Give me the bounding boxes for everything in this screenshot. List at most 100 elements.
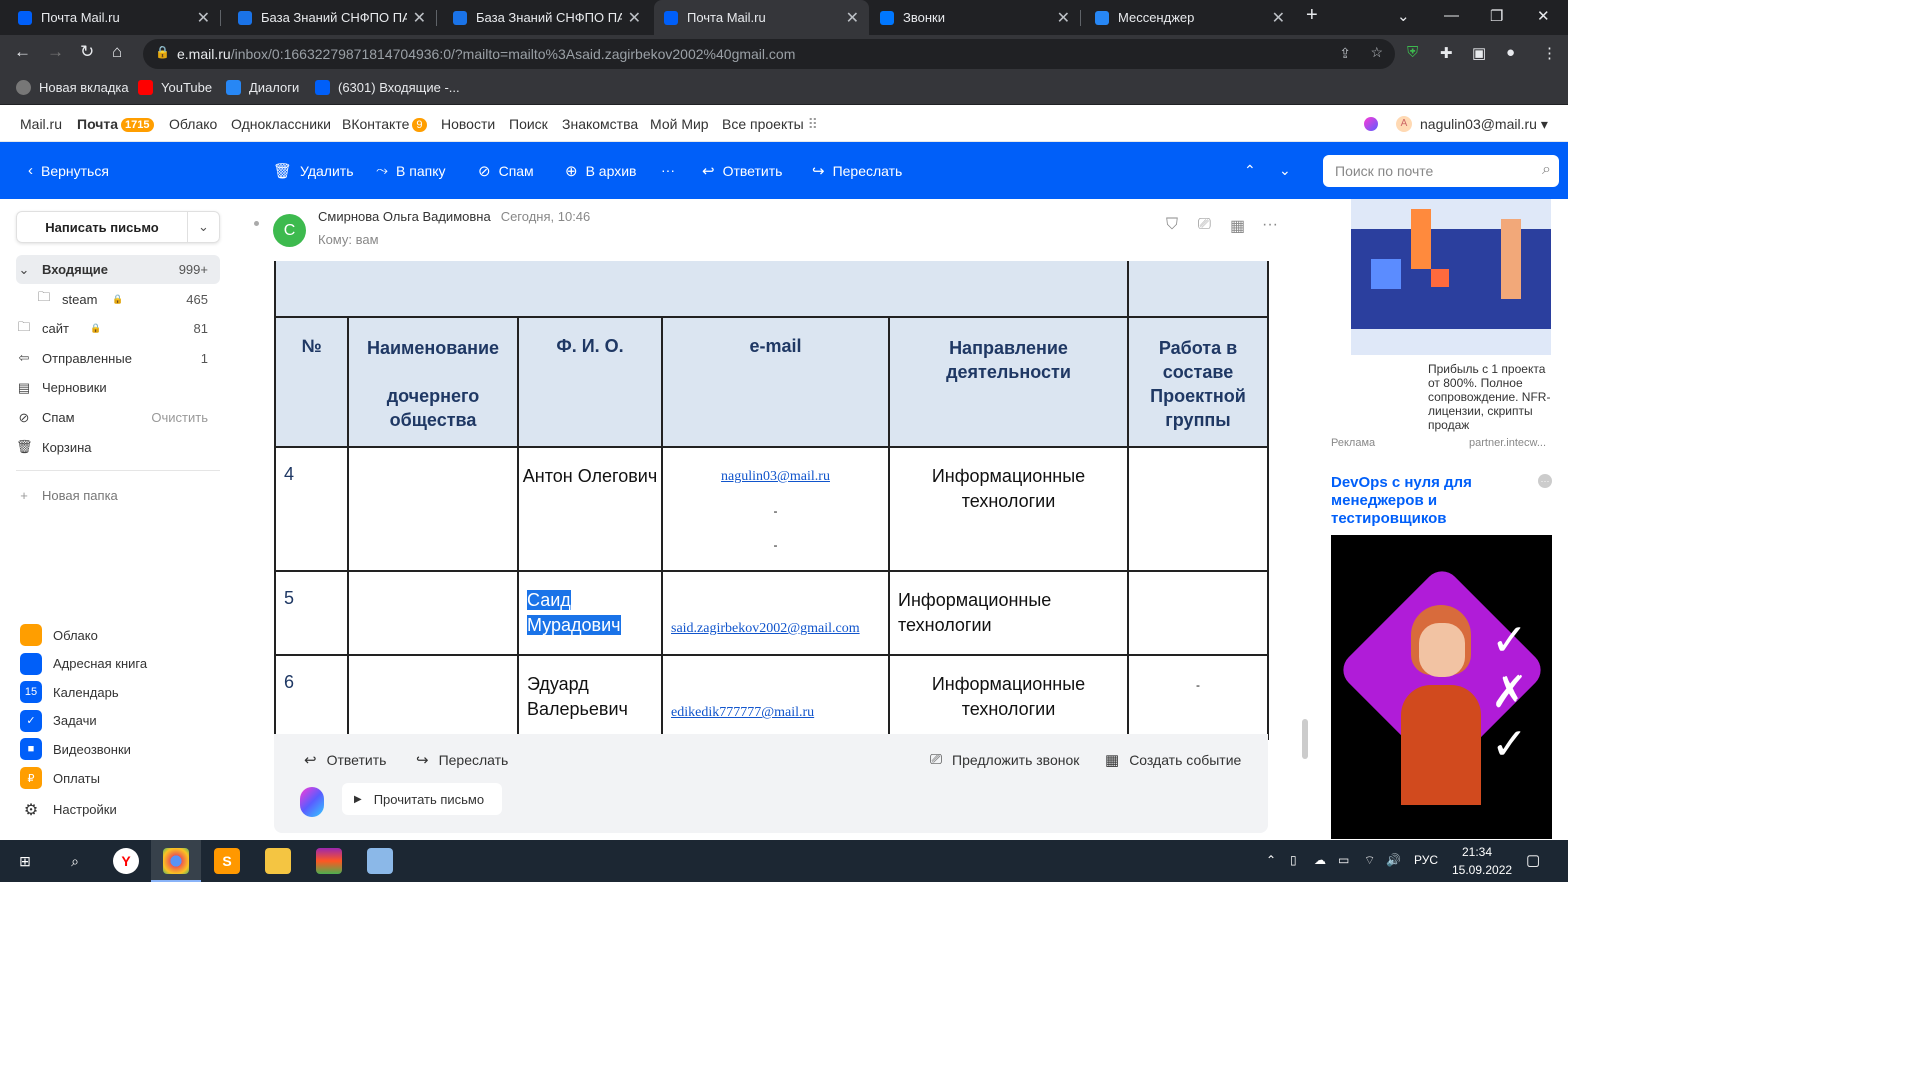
portal-projects[interactable]: Все проекты ⠿: [722, 116, 818, 133]
next-message-button[interactable]: ⌄: [1279, 162, 1291, 179]
folder-item[interactable]: ⊘ Спам Очистить: [16, 403, 220, 432]
browser-tab[interactable]: Почта Mail.ru ✕: [8, 0, 220, 35]
extensions-icon[interactable]: ✚: [1440, 44, 1453, 62]
service-link[interactable]: ■ Видеозвонки: [20, 738, 131, 761]
new-folder-button[interactable]: + Новая папка: [16, 481, 220, 510]
battery-icon[interactable]: ▭: [1338, 853, 1349, 867]
windows-start-icon[interactable]: ⊞: [12, 848, 38, 874]
service-link[interactable]: ⚙ Настройки: [20, 798, 117, 821]
footer-reply-button[interactable]: ↩ Ответить: [304, 751, 386, 769]
folder-item[interactable]: ▤ Черновики: [16, 373, 220, 402]
search-icon[interactable]: ⌕: [62, 848, 88, 874]
browser-tab[interactable]: Почта Mail.ru ✕: [654, 0, 869, 35]
portal-vk[interactable]: ВКонтакте 9: [342, 116, 427, 132]
forward-arrow-icon[interactable]: →: [47, 42, 64, 62]
folder-item[interactable]: 🗀 сайт 🔒 81: [16, 314, 220, 343]
marusia-icon[interactable]: [1364, 117, 1378, 131]
compose-button[interactable]: Написать письмо ⌄: [16, 211, 220, 243]
bookmark-new-tab[interactable]: Новая вкладка: [16, 80, 129, 95]
tab-close-icon[interactable]: ✕: [1272, 8, 1285, 28]
close-window-button[interactable]: ✕: [1537, 7, 1550, 25]
ad-title[interactable]: DevOps с нуля для менеджеров и тестировщ…: [1331, 474, 1506, 528]
prev-message-button[interactable]: ⌃: [1244, 162, 1256, 179]
clock-time[interactable]: 21:34: [1462, 845, 1492, 859]
ad-video-image[interactable]: ✓ ✗ ✓: [1331, 535, 1552, 839]
tab-close-icon[interactable]: ✕: [628, 8, 641, 28]
tray-chevron-icon[interactable]: ⌃: [1266, 853, 1276, 867]
portal-dating[interactable]: Знакомства: [562, 116, 638, 132]
assistant-icon[interactable]: [300, 787, 324, 817]
portal-news[interactable]: Новости: [441, 116, 495, 132]
user-email[interactable]: nagulin03@mail.ru ▾: [1420, 116, 1548, 133]
bookmark-icon[interactable]: ⛉: [1166, 216, 1178, 234]
ad-options-icon[interactable]: ···: [1538, 474, 1552, 488]
notifications-icon[interactable]: ▢: [1526, 851, 1540, 869]
minimize-button[interactable]: —: [1444, 7, 1459, 24]
bookmark-dialogs[interactable]: Диалоги: [226, 80, 299, 95]
reload-icon[interactable]: ↻: [80, 42, 94, 62]
more-icon[interactable]: ···: [1262, 216, 1278, 234]
tab-search-icon[interactable]: ⌄: [1397, 7, 1410, 25]
home-icon[interactable]: ⌂: [112, 42, 122, 62]
portal-search[interactable]: Поиск: [509, 116, 548, 132]
email-link[interactable]: nagulin03@mail.ru: [721, 469, 830, 484]
create-event-button[interactable]: ▦ Создать событие: [1105, 751, 1241, 769]
bookmark-inbox[interactable]: (6301) Входящие -...: [315, 80, 460, 95]
folder-item[interactable]: 🗑 Корзина: [16, 433, 220, 462]
delete-button[interactable]: 🗑 Удалить: [273, 162, 354, 180]
folder-item[interactable]: ⌄ Входящие 999+: [16, 255, 220, 284]
service-link[interactable]: Облако: [20, 624, 98, 646]
service-link[interactable]: Адресная книга: [20, 652, 147, 675]
portal-mailru[interactable]: Mail.ru: [20, 116, 62, 132]
clock-date[interactable]: 15.09.2022: [1452, 863, 1512, 877]
yandex-browser-icon[interactable]: Y: [113, 848, 139, 874]
archive-button[interactable]: ⊕ В архив: [565, 162, 636, 180]
bookmark-youtube[interactable]: YouTube: [138, 80, 212, 95]
portal-oblako[interactable]: Облако: [169, 116, 217, 132]
email-link[interactable]: edikedik777777@mail.ru: [671, 705, 814, 720]
language-indicator[interactable]: РУС: [1414, 853, 1438, 867]
service-link[interactable]: ₽ Оплаты: [20, 767, 100, 789]
selected-text[interactable]: Саид Мурадович: [527, 590, 621, 635]
new-tab-button[interactable]: +: [1306, 4, 1318, 27]
back-arrow-icon[interactable]: ←: [14, 42, 31, 62]
user-avatar[interactable]: A: [1396, 116, 1412, 132]
read-aloud-button[interactable]: ▶ Прочитать письмо: [342, 783, 502, 815]
video-call-icon[interactable]: ⎚: [1198, 216, 1211, 234]
compose-dropdown-icon[interactable]: ⌄: [187, 212, 219, 242]
spam-button[interactable]: ⊘ Спам: [478, 162, 534, 180]
volume-icon[interactable]: 🔊: [1386, 853, 1401, 867]
forward-button[interactable]: ↪ Переслать: [812, 162, 902, 180]
wifi-icon[interactable]: ⌔: [1364, 853, 1375, 868]
tab-close-icon[interactable]: ✕: [1057, 8, 1070, 28]
reply-button[interactable]: ↩ Ответить: [702, 162, 782, 180]
browser-tab[interactable]: База Знаний СНФПО ПАО ✕: [228, 0, 436, 35]
sender-name[interactable]: Смирнова Ольга Вадимовна: [318, 209, 491, 224]
menu-icon[interactable]: ⋮: [1542, 44, 1557, 62]
ad-domain[interactable]: partner.intecw...: [1469, 437, 1546, 449]
more-button[interactable]: ···: [661, 162, 675, 178]
tab-close-icon[interactable]: ✕: [413, 8, 426, 28]
paint-icon[interactable]: [367, 848, 393, 874]
ad-text[interactable]: Прибыль с 1 проекта от 800%. Полное сопр…: [1428, 362, 1553, 432]
share-icon[interactable]: ⇪: [1339, 45, 1351, 62]
star-icon[interactable]: ☆: [1370, 44, 1383, 61]
browser-tab[interactable]: Мессенджер ✕: [1085, 0, 1295, 35]
calendar-icon[interactable]: ▦: [1230, 216, 1245, 236]
search-input[interactable]: Поиск по почте ⌕: [1323, 155, 1559, 187]
service-link[interactable]: ✓ Задачи: [20, 709, 97, 732]
folder-item[interactable]: 🗀 steam 🔒 465: [16, 285, 220, 314]
back-button[interactable]: ‹ Вернуться: [28, 162, 109, 179]
portal-pochta[interactable]: Почта 1715: [77, 116, 154, 132]
move-to-folder-button[interactable]: ⤳ В папку: [376, 162, 445, 179]
tab-close-icon[interactable]: ✕: [846, 8, 859, 28]
folder-item[interactable]: ⇦ Отправленные 1: [16, 344, 220, 373]
service-link[interactable]: 15 Календарь: [20, 681, 119, 704]
scrollbar-thumb[interactable]: [1302, 719, 1308, 759]
address-bar[interactable]: 🔒 e.mail.ru/inbox/0:16632279871814704936…: [143, 39, 1395, 69]
sublime-icon[interactable]: S: [214, 848, 240, 874]
maximize-button[interactable]: ❐: [1490, 7, 1503, 25]
email-link[interactable]: said.zagirbekov2002@gmail.com: [671, 621, 860, 636]
portal-ok[interactable]: Одноклассники: [231, 116, 331, 132]
sidepanel-icon[interactable]: ▣: [1472, 44, 1486, 62]
